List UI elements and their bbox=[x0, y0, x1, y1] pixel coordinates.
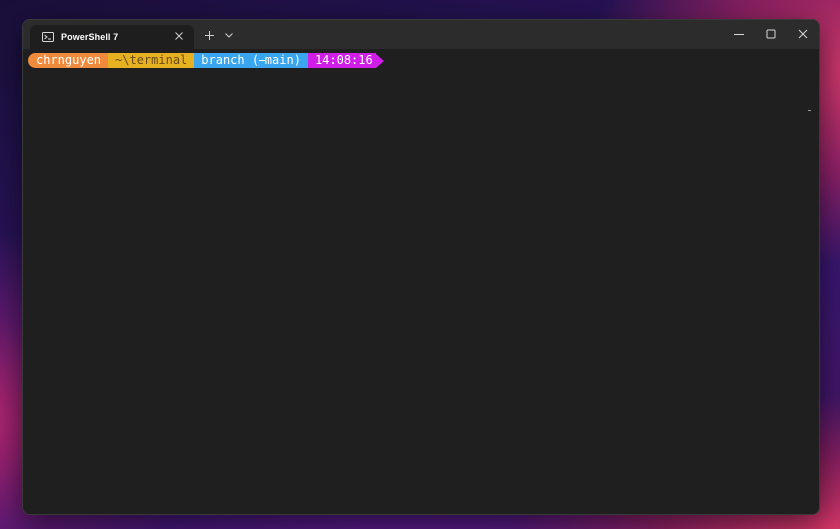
prompt-path-segment: ~\terminal bbox=[108, 53, 195, 68]
close-tab-icon[interactable] bbox=[174, 31, 184, 41]
tab-powershell[interactable]: PowerShell 7 bbox=[30, 25, 194, 49]
terminal-pane[interactable]: chrngu​yen ~\terminal branch ( main) 14:… bbox=[23, 49, 819, 514]
close-icon bbox=[798, 29, 808, 39]
tab-title: PowerShell 7 bbox=[61, 32, 119, 42]
maximize-icon bbox=[766, 29, 776, 39]
powershell-icon bbox=[42, 32, 54, 42]
prompt-arrow-icon bbox=[375, 53, 384, 68]
prompt-git-segment: branch ( main) bbox=[194, 53, 308, 68]
plus-icon[interactable] bbox=[203, 29, 215, 41]
scrollbar-indicator[interactable] bbox=[808, 110, 811, 111]
close-window-button[interactable] bbox=[796, 27, 810, 41]
shell-prompt: chrngu​yen ~\terminal branch ( main) 14:… bbox=[28, 53, 384, 68]
maximize-button[interactable] bbox=[764, 27, 778, 41]
title-bar[interactable]: PowerShell 7 bbox=[23, 20, 819, 49]
minimize-icon bbox=[734, 34, 744, 35]
prompt-time-segment: 14:08:16 bbox=[307, 53, 376, 68]
chevron-down-icon[interactable] bbox=[224, 30, 234, 40]
prompt-user-segment: chrngu​yen bbox=[28, 53, 109, 68]
minimize-button[interactable] bbox=[732, 27, 746, 41]
terminal-window: PowerShell 7 bbox=[22, 19, 820, 515]
